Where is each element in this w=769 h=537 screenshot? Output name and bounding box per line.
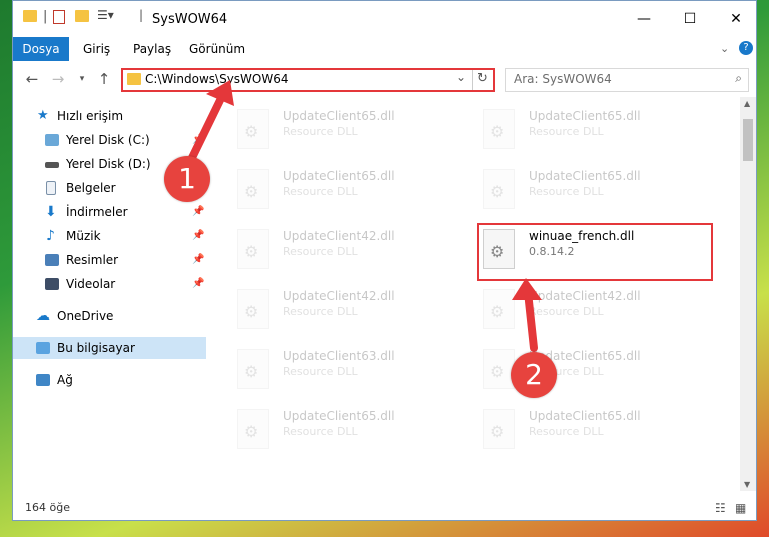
step-marker-1: 1 [164,156,210,202]
step-marker-2: 2 [511,352,557,398]
arrow-2-shaft [524,288,538,352]
tutorial-arrows [182,80,542,352]
arrow-2-head [512,278,542,300]
